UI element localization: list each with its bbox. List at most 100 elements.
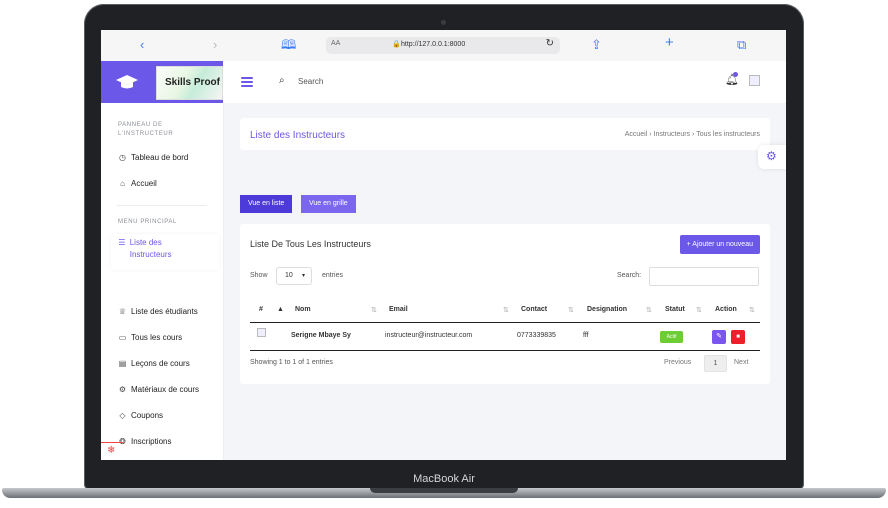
sidebar-item-lessons[interactable]: ▤ Leçons de cours <box>117 359 190 368</box>
delete-icon[interactable]: ■ <box>731 330 745 344</box>
cell-designation: fff <box>583 332 589 339</box>
lesson-icon: ▤ <box>118 359 127 368</box>
column-header-status[interactable]: Statut <box>665 306 685 313</box>
column-header-email[interactable]: Email <box>389 306 408 313</box>
search-input[interactable]: Search <box>298 77 323 86</box>
sort-icon[interactable]: ⇅ <box>503 306 509 314</box>
sort-icon[interactable]: ⇅ <box>749 306 755 314</box>
sort-icon[interactable]: ⇅ <box>696 306 702 314</box>
new-tab-plus-icon[interactable]: + <box>665 35 674 51</box>
sort-asc-icon[interactable]: ▲ <box>277 306 284 313</box>
column-header-designation[interactable]: Designation <box>587 306 627 313</box>
instructors-table-card: Liste De Tous Les Instructeurs + Ajouter… <box>240 224 770 384</box>
settings-panel-toggle[interactable]: ⚙ <box>758 145 786 169</box>
tag-icon: ◇ <box>119 411 126 420</box>
avatar[interactable] <box>749 75 760 86</box>
text-size-button[interactable]: AA <box>331 40 340 47</box>
page-header-card: Liste des Instructeurs Accueil › Instruc… <box>240 118 770 150</box>
gear-icon: ⚙ <box>766 149 777 163</box>
sidebar-item-dashboard[interactable]: ◷ Tableau de bord <box>117 153 188 162</box>
sidebar-item-label: Matériaux de cours <box>131 385 200 394</box>
graduate-icon: ♕ <box>118 307 127 316</box>
table-search-input[interactable] <box>649 267 759 286</box>
pagination-previous[interactable]: Previous <box>664 359 691 366</box>
screen: ‹ › 🕮 AA 🔒 http://127.0.0.1:8000 ↻ ⇪ + ⧉… <box>101 30 786 460</box>
camera <box>441 20 446 25</box>
chevron-down-icon: ▾ <box>302 273 306 279</box>
browser-toolbar: ‹ › 🕮 AA 🔒 http://127.0.0.1:8000 ↻ ⇪ + ⧉ <box>101 30 786 62</box>
graduation-cap-icon <box>116 75 138 89</box>
home-icon: ⌂ <box>120 179 125 188</box>
sidebar-footer[interactable]: ❄ <box>101 442 123 460</box>
search-icon[interactable]: ⌕ <box>279 75 285 86</box>
tabs-icon[interactable]: ⧉ <box>737 37 746 53</box>
list-view-button[interactable]: Vue en liste <box>240 195 293 213</box>
lock-icon: 🔒 <box>392 41 401 48</box>
grid-view-button[interactable]: Vue en grille <box>301 195 356 213</box>
logout-icon[interactable]: ❄ <box>107 445 115 456</box>
table-row-divider <box>250 350 760 351</box>
table-search-label: Search: <box>617 272 642 279</box>
sidebar-item-materials[interactable]: ⚙ Matériaux de cours <box>117 385 199 394</box>
back-icon[interactable]: ‹ <box>140 37 144 53</box>
breadcrumb-home[interactable]: Accueil <box>625 131 648 138</box>
forward-icon[interactable]: › <box>213 37 217 53</box>
share-icon[interactable]: ⇪ <box>591 37 602 53</box>
logo: Skills Proof <box>156 66 223 100</box>
device-label: MacBook Air <box>413 473 475 485</box>
sidebar-item-students[interactable]: ♕ Liste des étudiants <box>117 307 198 316</box>
sidebar-divider <box>117 205 207 206</box>
sidebar-item-label: Leçons de cours <box>131 359 190 368</box>
breadcrumb-instructors[interactable]: Instructeurs <box>654 131 691 138</box>
sidebar-item-label: Liste des Instructeurs <box>129 238 172 259</box>
menu-toggle-icon[interactable] <box>241 77 253 89</box>
sort-icon[interactable]: ⇅ <box>646 306 652 314</box>
sidebar-item-home[interactable]: ⌂ Accueil <box>117 179 157 188</box>
entries-label: entries <box>322 272 344 279</box>
table-header-divider <box>250 322 760 323</box>
sort-icon[interactable]: ⇅ <box>568 306 574 314</box>
status-badge[interactable]: Actif <box>660 331 683 343</box>
sidebar-item-label: Tableau de bord <box>131 153 189 162</box>
entries-value: 10 <box>285 272 293 279</box>
laptop-notch <box>370 488 518 493</box>
column-header-index[interactable]: # <box>259 306 263 313</box>
show-label: Show <box>250 272 268 279</box>
url-text[interactable]: http://127.0.0.1:8000 <box>401 41 465 48</box>
brand-header[interactable]: Skills Proof <box>101 61 223 103</box>
sidebar-item-courses[interactable]: ▭ Tous les cours <box>117 333 182 342</box>
sidebar-item-label: Liste des étudiants <box>131 307 198 316</box>
sidebar-section-main: MENU PRINCIPAL <box>118 219 177 225</box>
book-icon: ▭ <box>118 333 127 342</box>
cell-name: Serigne Mbaye Sy <box>291 332 351 339</box>
edit-icon[interactable]: ✎ <box>712 330 726 344</box>
add-new-button[interactable]: + Ajouter un nouveau <box>679 235 760 254</box>
page-title: Liste des Instructeurs <box>250 130 346 141</box>
sidebar-item-enrollments[interactable]: ❂ Inscriptions <box>117 437 171 446</box>
pagination-page-1[interactable]: 1 <box>704 355 727 372</box>
logo-text: Skills Proof <box>164 77 220 88</box>
sidebar: PANNEAU DE L'INSTRUCTEUR ◷ Tableau de bo… <box>101 103 224 460</box>
column-header-name[interactable]: Nom <box>295 306 311 313</box>
sidebar-section-instructor: PANNEAU DE L'INSTRUCTEUR <box>118 122 174 137</box>
sidebar-item-label: Inscriptions <box>131 437 172 446</box>
sidebar-item-label: Tous les cours <box>131 333 183 342</box>
table-info: Showing 1 to 1 of 1 entries <box>250 359 333 366</box>
column-header-action[interactable]: Action <box>715 306 737 313</box>
pagination-next[interactable]: Next <box>734 359 748 366</box>
sidebar-item-instructors[interactable]: ☰ Liste des Instructeurs <box>117 237 197 261</box>
sidebar-item-label: Coupons <box>131 411 164 420</box>
instructor-photo <box>257 328 266 337</box>
cell-contact: 0773339835 <box>517 332 556 339</box>
entries-select[interactable]: 10 ▾ <box>276 267 312 285</box>
sort-icon[interactable]: ⇅ <box>371 306 377 314</box>
reload-icon[interactable]: ↻ <box>546 38 554 49</box>
cell-email: instructeur@instructeur.com <box>385 332 473 339</box>
breadcrumb-current: Tous les instructeurs <box>696 131 760 138</box>
breadcrumb: Accueil › Instructeurs › Tous les instru… <box>625 131 760 138</box>
reader-book-icon[interactable]: 🕮 <box>281 37 296 53</box>
address-bar[interactable]: AA 🔒 http://127.0.0.1:8000 ↻ <box>326 37 560 54</box>
column-header-contact[interactable]: Contact <box>521 306 547 313</box>
sidebar-item-coupons[interactable]: ◇ Coupons <box>117 411 163 420</box>
table-title: Liste De Tous Les Instructeurs <box>250 239 371 249</box>
